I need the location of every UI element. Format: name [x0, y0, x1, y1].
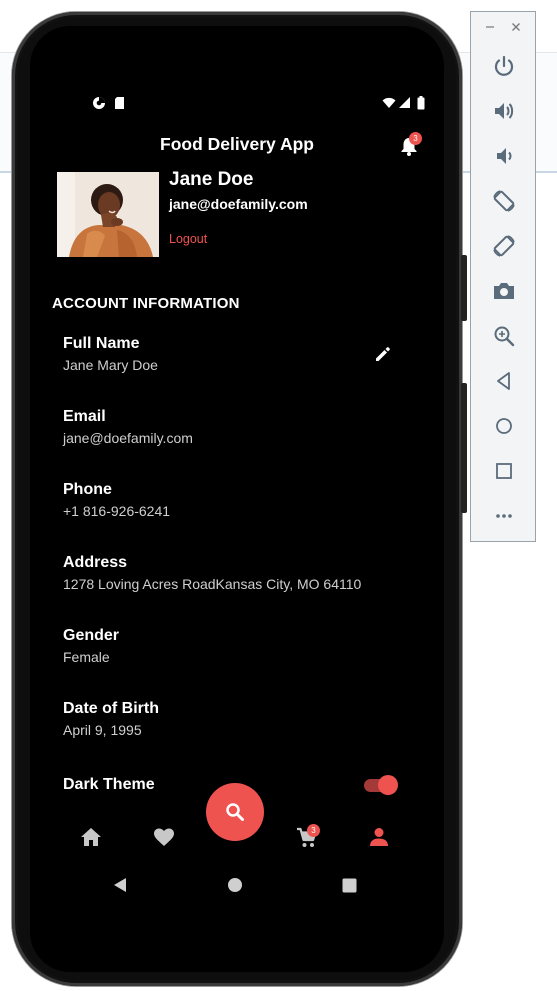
emulator-toolbar: [470, 11, 536, 542]
email-field: Email jane@doefamily.com: [63, 408, 403, 446]
date-of-birth-field: Date of Birth April 9, 1995: [63, 700, 403, 738]
search-icon: [226, 803, 244, 821]
app-screen: 12:58 Food Delivery App 3 Jane Doe jane@…: [30, 26, 444, 972]
minimize-icon[interactable]: [485, 22, 495, 32]
close-icon[interactable]: [511, 22, 521, 32]
person-icon[interactable]: [369, 827, 389, 847]
signal-icon: [399, 97, 410, 108]
notification-badge: 3: [409, 132, 422, 145]
back-icon[interactable]: [491, 368, 517, 394]
volume-up-icon[interactable]: [491, 98, 517, 124]
field-label: Gender: [63, 627, 120, 644]
field-value: 1278 Loving Acres RoadKansas City, MO 64…: [63, 576, 362, 592]
section-title: ACCOUNT INFORMATION: [52, 295, 240, 312]
field-value: Female: [63, 649, 110, 665]
status-time: 12:58: [45, 96, 78, 111]
data-saver-icon: [93, 97, 105, 109]
power-icon[interactable]: [491, 53, 517, 79]
field-label: Full Name: [63, 335, 140, 352]
overview-icon[interactable]: [491, 458, 517, 484]
search-fab[interactable]: [206, 783, 264, 841]
dark-theme-toggle[interactable]: [362, 774, 398, 796]
field-value: jane@doefamily.com: [63, 430, 193, 446]
power-side-button: [461, 255, 467, 321]
home-icon[interactable]: [80, 827, 102, 847]
zoom-icon[interactable]: [491, 323, 517, 349]
recents-nav-icon[interactable]: [342, 878, 357, 893]
cart-badge: 3: [307, 824, 320, 837]
field-label: Date of Birth: [63, 700, 159, 717]
back-nav-icon[interactable]: [113, 877, 127, 893]
field-value: +1 816-926-6241: [63, 503, 171, 519]
avatar: [57, 172, 159, 257]
address-field: Address 1278 Loving Acres RoadKansas Cit…: [63, 554, 403, 592]
volume-side-button: [461, 383, 467, 513]
field-value: April 9, 1995: [63, 722, 142, 738]
more-icon[interactable]: [491, 503, 517, 529]
field-value: Jane Mary Doe: [63, 357, 158, 373]
rotate-left-icon[interactable]: [491, 188, 517, 214]
heart-icon[interactable]: [153, 827, 175, 847]
field-label: Email: [63, 408, 106, 425]
battery-icon: [417, 96, 425, 110]
logout-link[interactable]: Logout: [169, 232, 207, 246]
full-name-field: Full Name Jane Mary Doe: [63, 335, 403, 373]
field-label: Address: [63, 554, 128, 571]
gender-field: Gender Female: [63, 627, 403, 665]
sd-card-icon: [115, 97, 124, 109]
toggle-knob: [378, 775, 398, 795]
edit-icon[interactable]: [374, 345, 392, 363]
wifi-icon: [382, 97, 396, 108]
dark-theme-label: Dark Theme: [63, 776, 155, 793]
home-nav-icon[interactable]: [227, 877, 243, 893]
profile-email: jane@doefamily.com: [169, 196, 308, 212]
volume-down-icon[interactable]: [491, 143, 517, 169]
rotate-right-icon[interactable]: [491, 233, 517, 259]
home-circle-icon[interactable]: [491, 413, 517, 439]
phone-field: Phone +1 816-926-6241: [63, 481, 403, 519]
camera-icon[interactable]: [491, 278, 517, 304]
profile-name: Jane Doe: [169, 169, 254, 190]
app-title: Food Delivery App: [160, 134, 314, 154]
field-label: Phone: [63, 481, 112, 498]
